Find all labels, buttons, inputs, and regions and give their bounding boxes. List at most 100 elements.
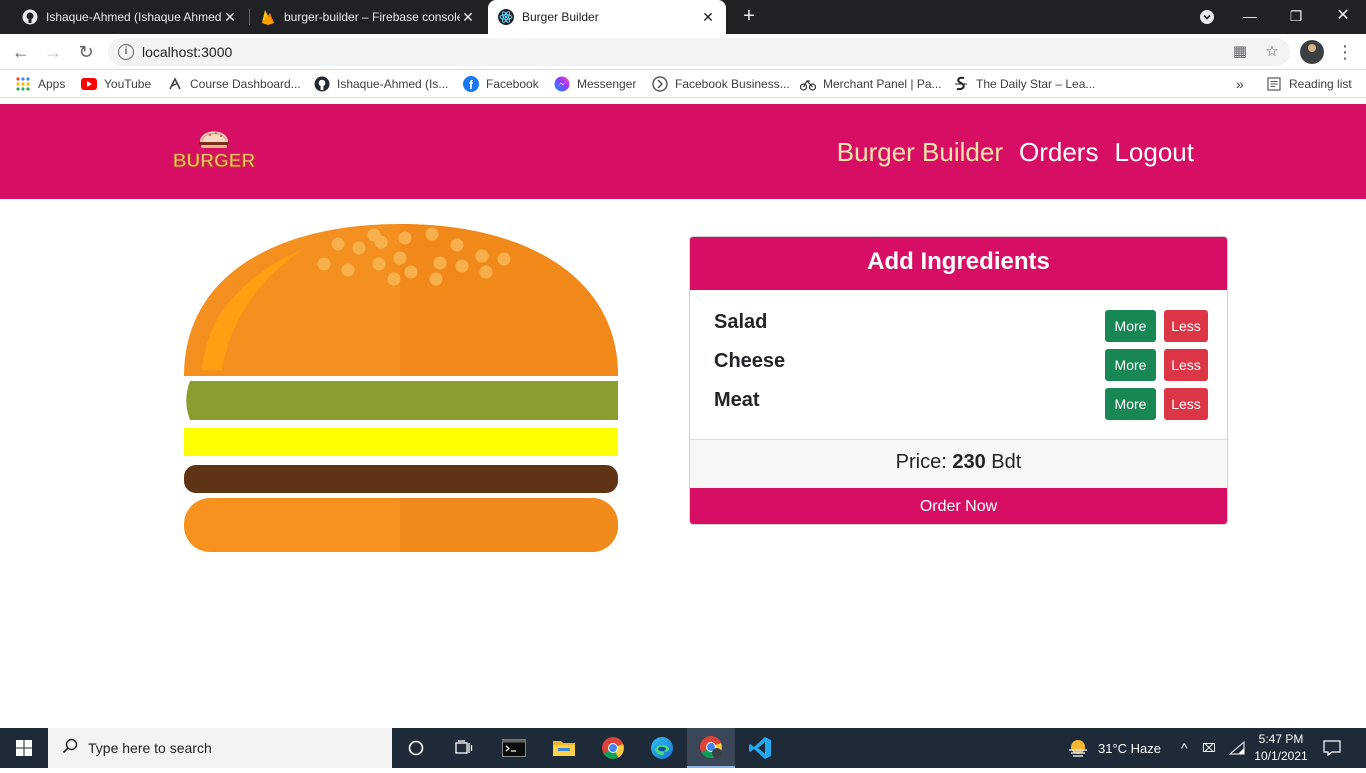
bookmark-daily-star[interactable]: The Daily Star – Lea...	[953, 75, 1095, 93]
nav-logout[interactable]: Logout	[1114, 137, 1194, 168]
reading-list-button[interactable]: Reading list	[1266, 75, 1352, 93]
tab-burger-builder[interactable]: Burger Builder ✕	[488, 0, 726, 34]
meat-less-button[interactable]: Less	[1164, 388, 1208, 420]
tab-firebase[interactable]: burger-builder – Firebase console ✕	[250, 0, 486, 34]
bookmark-youtube[interactable]: YouTube	[81, 75, 151, 93]
salad-more-button[interactable]: More	[1105, 310, 1156, 342]
site-info-icon[interactable]: i	[118, 44, 134, 60]
order-now-button[interactable]: Order Now	[690, 488, 1227, 524]
react-icon	[498, 9, 514, 25]
show-hidden-icons-chevron[interactable]: ^	[1181, 728, 1188, 768]
haze-sun-icon	[1069, 740, 1087, 757]
wifi-icon[interactable]	[1229, 728, 1245, 768]
ingredients-card: Add Ingredients Salad More Less Cheese M…	[689, 236, 1228, 525]
window-close-icon[interactable]: ✕	[1320, 0, 1366, 34]
burger-logo[interactable]: BURGER	[170, 118, 258, 178]
burger-preview	[182, 220, 622, 556]
more-bookmarks-chevron[interactable]: »	[1236, 75, 1244, 93]
task-view-icon[interactable]	[440, 728, 488, 768]
bookmark-course-dashboard[interactable]: Course Dashboard...	[167, 75, 301, 93]
close-icon[interactable]: ✕	[700, 9, 716, 26]
search-icon	[62, 738, 78, 759]
system-clock[interactable]: 5:47 PM 10/1/2021	[1252, 731, 1310, 765]
restore-icon[interactable]: ❐	[1273, 0, 1319, 34]
cheese-layer	[184, 428, 618, 456]
ingredient-row-salad: Salad More Less	[690, 308, 1227, 347]
bookmark-label: Merchant Panel | Pa...	[823, 77, 942, 91]
search-placeholder: Type here to search	[88, 740, 212, 756]
chrome-icon[interactable]	[589, 728, 637, 768]
facebook-icon: f	[463, 76, 479, 92]
youtube-icon	[81, 76, 97, 92]
meat-more-button[interactable]: More	[1105, 388, 1156, 420]
chrome-active-window-icon[interactable]	[687, 728, 735, 768]
bookmark-label: The Daily Star – Lea...	[976, 77, 1096, 91]
bookmark-star-icon[interactable]: ☆	[1262, 42, 1282, 62]
card-title: Add Ingredients	[690, 237, 1227, 290]
bookmark-facebook[interactable]: f Facebook	[463, 75, 539, 93]
reading-list-icon	[1266, 76, 1282, 92]
edge-icon[interactable]	[638, 728, 686, 768]
firebase-icon	[260, 9, 276, 25]
weather-text: 31°C Haze	[1098, 740, 1162, 756]
address-bar[interactable]: i localhost:3000 ▦ ☆	[108, 38, 1290, 66]
clock-date: 10/1/2021	[1254, 749, 1308, 763]
close-icon[interactable]: ✕	[460, 9, 476, 26]
notification-center-icon[interactable]	[1323, 728, 1341, 768]
ingredient-list: Salad More Less Cheese More Less Meat Mo…	[690, 290, 1227, 439]
main-nav: Burger Builder Orders Logout	[837, 137, 1194, 168]
ingredient-row-cheese: Cheese More Less	[690, 347, 1227, 386]
bookmark-apps[interactable]: Apps	[15, 75, 65, 93]
new-tab-icon[interactable]: +	[738, 5, 760, 27]
reading-list-label: Reading list	[1289, 77, 1352, 91]
network-disconnected-icon[interactable]: ⌧	[1202, 728, 1216, 768]
back-arrow-icon[interactable]: ←	[9, 40, 33, 64]
terminal-icon[interactable]	[490, 728, 538, 768]
tab-title: Ishaque-Ahmed (Ishaque Ahmed)	[46, 10, 222, 24]
price-display: Price: 230 Bdt	[690, 439, 1227, 488]
minimize-icon[interactable]: —	[1227, 0, 1273, 34]
profile-avatar[interactable]	[1300, 40, 1324, 64]
browser-tab-strip: Ishaque-Ahmed (Ishaque Ahmed) ✕ burger-b…	[0, 0, 1366, 34]
ingredient-row-meat: Meat More Less	[690, 386, 1227, 425]
bookmark-label: Course Dashboard...	[190, 77, 301, 91]
ingredient-label: Salad	[714, 311, 768, 333]
bookmark-messenger[interactable]: Messenger	[554, 75, 636, 93]
close-icon[interactable]: ✕	[222, 9, 238, 26]
tab-github[interactable]: Ishaque-Ahmed (Ishaque Ahmed) ✕	[12, 0, 248, 34]
logo-text: BURGER	[173, 151, 256, 172]
tab-title: burger-builder – Firebase console	[284, 10, 460, 24]
weather-widget[interactable]: 31°C Haze	[1067, 728, 1161, 768]
salad-less-button[interactable]: Less	[1164, 310, 1208, 342]
price-value: 230	[952, 451, 986, 473]
nav-orders[interactable]: Orders	[1019, 137, 1098, 168]
nav-burger-builder[interactable]: Burger Builder	[837, 137, 1003, 168]
url-text: localhost:3000	[142, 44, 233, 60]
bookmark-github[interactable]: Ishaque-Ahmed (Is...	[314, 75, 448, 93]
vscode-icon[interactable]	[736, 728, 784, 768]
bottom-bun	[184, 498, 618, 552]
price-label: Price:	[895, 451, 947, 473]
cheese-less-button[interactable]: Less	[1164, 349, 1208, 381]
bookmark-label: YouTube	[104, 77, 152, 91]
bookmark-merchant-panel[interactable]: Merchant Panel | Pa...	[800, 75, 942, 93]
windows-start-icon[interactable]	[0, 728, 48, 768]
bookmark-facebook-business[interactable]: Facebook Business...	[652, 75, 790, 93]
file-explorer-icon[interactable]	[540, 728, 588, 768]
bookmark-label: Messenger	[577, 77, 637, 91]
messenger-icon	[554, 76, 570, 92]
salad-layer	[186, 381, 618, 420]
bookmarks-bar: Apps YouTube Course Dashboard... Ishaque…	[0, 70, 1366, 98]
forward-arrow-icon[interactable]: →	[41, 40, 65, 64]
bookmark-label: Ishaque-Ahmed (Is...	[337, 77, 449, 91]
ingredient-label: Cheese	[714, 350, 786, 372]
qr-code-icon[interactable]: ▦	[1230, 42, 1250, 62]
browser-menu-icon[interactable]: ⋮	[1336, 40, 1354, 64]
ingredient-label: Meat	[714, 389, 760, 411]
cheese-more-button[interactable]: More	[1105, 349, 1156, 381]
taskbar-search[interactable]: Type here to search	[48, 728, 392, 768]
bookmark-label: Facebook	[486, 77, 539, 91]
reload-icon[interactable]: ↻	[74, 40, 98, 64]
tab-search-icon[interactable]	[1184, 0, 1230, 34]
cortana-icon[interactable]	[392, 728, 440, 768]
